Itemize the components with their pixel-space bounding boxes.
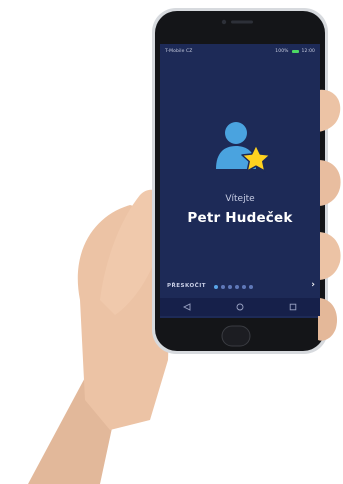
person-head — [225, 122, 247, 144]
user-name: Petr Hudeček — [187, 210, 293, 226]
page-dot — [242, 285, 246, 289]
home-button — [221, 325, 251, 347]
back-icon — [182, 303, 191, 311]
android-nav-bar — [160, 298, 320, 316]
recents-icon — [290, 303, 297, 311]
page-dot — [235, 285, 239, 289]
page-dot — [228, 285, 232, 289]
status-indicators: 100% 12:00 — [275, 46, 315, 57]
front-camera — [221, 19, 227, 25]
battery-icon — [291, 50, 299, 53]
page-dot — [249, 285, 253, 289]
status-bar: T-Mobile CZ 100% 12:00 — [160, 46, 320, 57]
battery-percentage: 100% — [275, 49, 289, 54]
home-icon — [236, 303, 244, 311]
clock: 12:00 — [301, 49, 315, 54]
page-indicator — [214, 285, 253, 289]
welcome-title: Vítejte — [225, 194, 255, 204]
user-star-icon — [216, 122, 271, 172]
finger-4 — [318, 298, 338, 341]
recents-button[interactable] — [285, 300, 301, 314]
next-button[interactable]: › — [311, 280, 315, 290]
home-nav-button[interactable] — [232, 300, 248, 314]
skip-button[interactable]: PŘESKOČIT — [167, 283, 206, 289]
finger-1 — [318, 89, 341, 132]
carrier-label: T-Mobile CZ — [165, 49, 193, 54]
page-dot — [221, 285, 225, 289]
finger-2 — [318, 160, 341, 206]
onboarding-footer: PŘESKOČIT › — [160, 280, 320, 296]
finger-3 — [318, 232, 341, 280]
phone-screen: T-Mobile CZ 100% 12:00 Vítejte Petr Hude… — [160, 46, 320, 316]
earpiece — [231, 20, 253, 24]
page-dot — [214, 285, 218, 289]
back-button[interactable] — [179, 300, 195, 314]
